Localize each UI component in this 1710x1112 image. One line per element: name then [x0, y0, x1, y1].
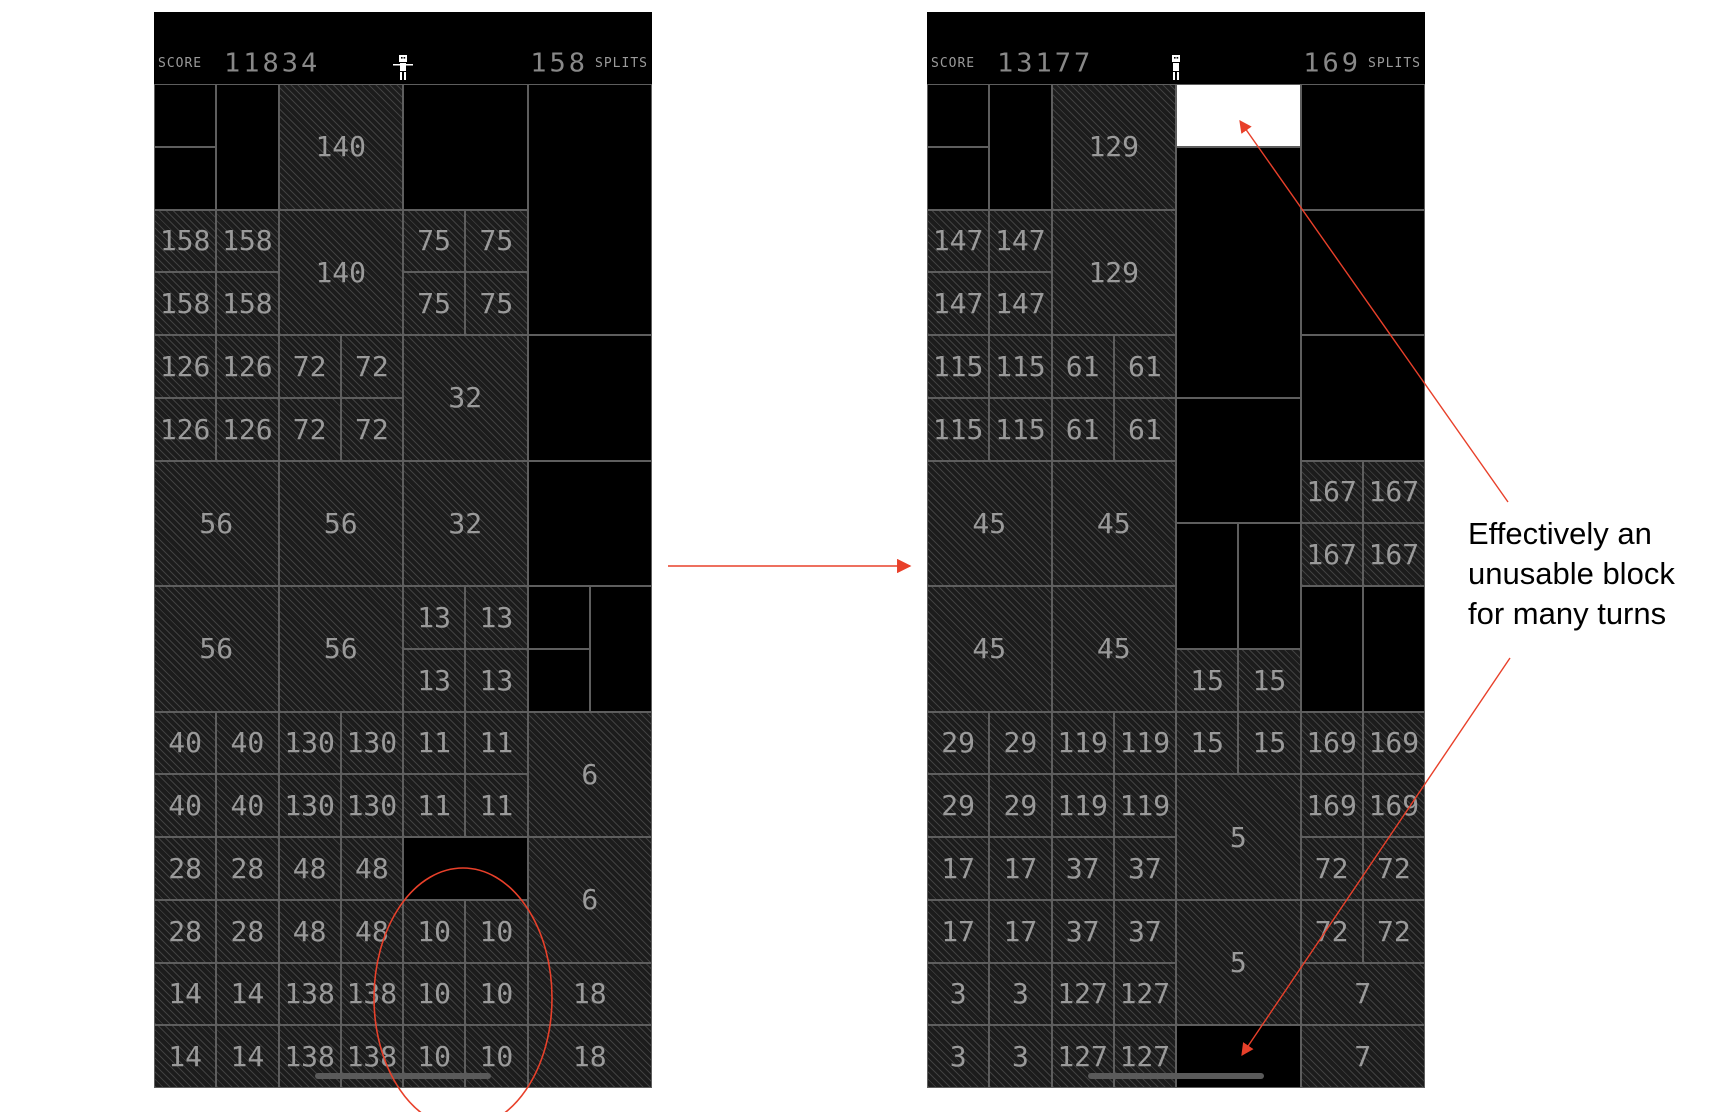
callout-arrow-bottom	[1241, 657, 1511, 1057]
annotation-line: Effectively an	[1468, 516, 1652, 551]
callout-arrow-top	[1239, 119, 1509, 503]
annotation-line: for many turns	[1468, 596, 1667, 631]
annotation-overlay	[373, 119, 1511, 1112]
annotation-line: unusable block	[1468, 556, 1675, 591]
highlight-ellipse	[373, 867, 553, 1112]
annotation-note: Effectively an unusable block for many t…	[1468, 514, 1675, 634]
